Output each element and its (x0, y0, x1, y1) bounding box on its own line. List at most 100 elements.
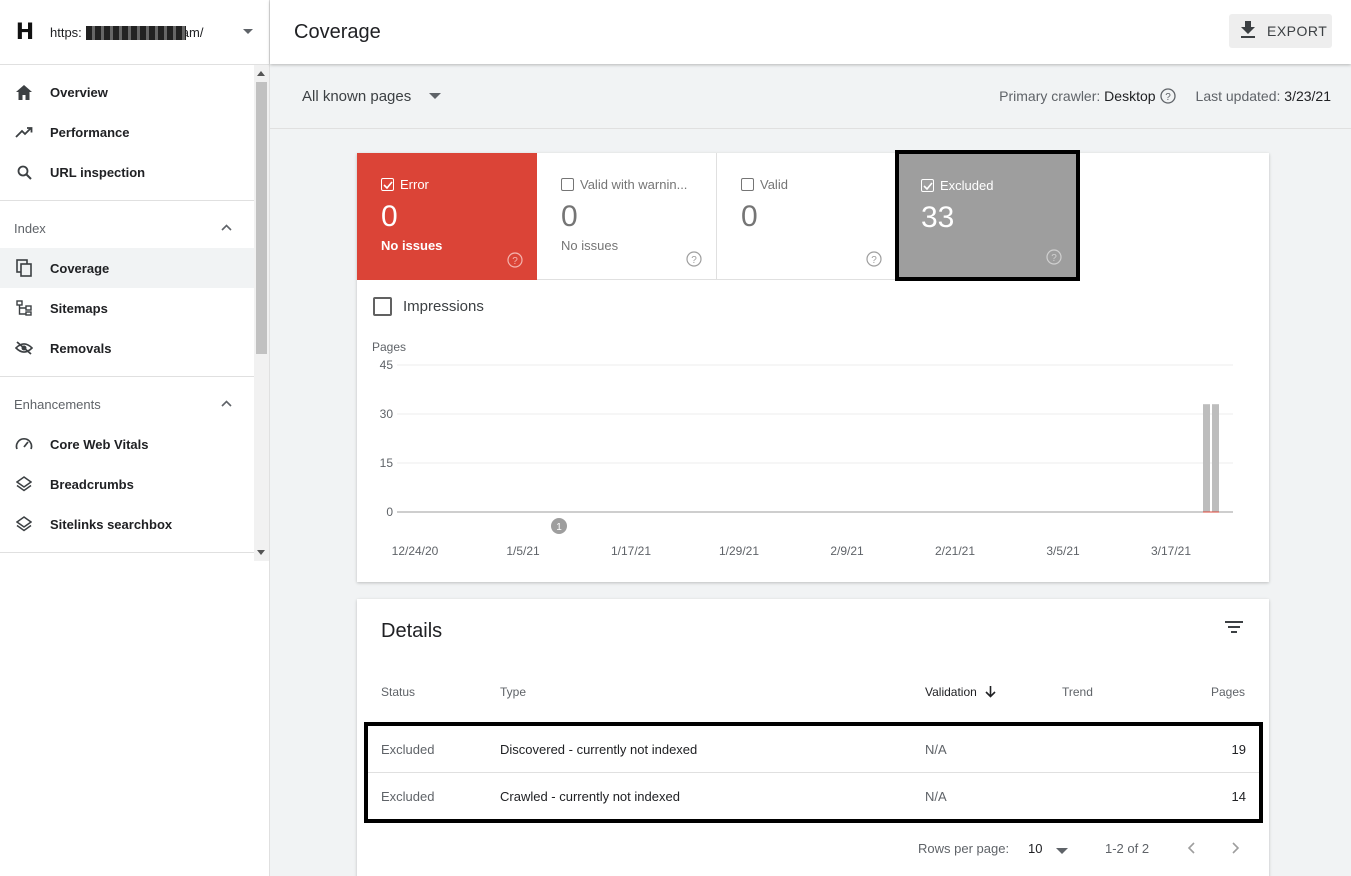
valid-count: 0 (741, 200, 758, 233)
coverage-chart: Pages 45 30 15 0 12/24/20 1/5/21 1/17/21 1/29/21… (372, 340, 1233, 558)
x-tick-label: 1/29/21 (719, 544, 759, 558)
enhancements-section-header[interactable]: Enhancements (0, 384, 254, 424)
valid-with-warnings-tile[interactable]: Valid with warnin... 0 No issues ? (537, 153, 717, 280)
x-tick-label: 3/17/21 (1151, 544, 1191, 558)
layers-icon (15, 475, 33, 493)
error-sub: No issues (381, 238, 443, 253)
excluded-count: 33 (921, 201, 955, 234)
svg-text:?: ? (691, 255, 697, 266)
y-tick-label: 45 (380, 358, 394, 372)
dropdown-caret-icon[interactable] (1056, 848, 1068, 854)
svg-text:?: ? (1051, 253, 1057, 264)
highlighted-rows: Excluded Discovered - currently not inde… (364, 722, 1263, 823)
sidebar-item-url-inspection[interactable]: URL inspection (0, 152, 254, 192)
top-header: Coverage EXPORT (270, 0, 1351, 64)
divider (0, 552, 254, 553)
sidebar: H https: am/ Overview Performance URL ins… (0, 0, 270, 876)
column-trend[interactable]: Trend (1062, 685, 1093, 699)
help-icon[interactable]: ? (1159, 88, 1176, 104)
x-tick-label: 12/24/20 (392, 544, 439, 558)
scroll-down-arrow-icon[interactable] (257, 550, 265, 555)
dropdown-caret-icon (429, 93, 442, 99)
rows-per-page-select[interactable]: 10 (1028, 841, 1042, 856)
error-checkbox[interactable] (381, 178, 394, 191)
details-card: Details Status Type Validation Trend Pag… (357, 599, 1269, 876)
help-icon[interactable]: ? (1046, 249, 1062, 265)
index-section-header[interactable]: Index (0, 208, 254, 248)
layers-icon (15, 515, 33, 533)
y-tick-label: 0 (386, 505, 393, 519)
warnings-count: 0 (561, 200, 578, 233)
chevron-left-icon[interactable] (1187, 842, 1195, 854)
nav-menu: Overview Performance URL inspection Inde… (0, 65, 254, 561)
column-status[interactable]: Status (381, 685, 415, 699)
pages-filter-select[interactable]: All known pages (302, 88, 442, 105)
sidebar-item-sitelinks-searchbox[interactable]: Sitelinks searchbox (0, 504, 254, 544)
table-row[interactable]: Excluded Crawled - currently not indexed… (368, 772, 1259, 819)
x-tick-label: 2/9/21 (830, 544, 864, 558)
help-icon[interactable]: ? (507, 252, 523, 268)
page-title: Coverage (294, 20, 381, 43)
sidebar-item-performance[interactable]: Performance (0, 112, 254, 152)
help-icon[interactable]: ? (866, 251, 882, 267)
svg-text:?: ? (1165, 92, 1171, 103)
chevron-right-icon[interactable] (1232, 842, 1240, 854)
sort-down-arrow-icon (985, 686, 996, 698)
sidebar-item-coverage[interactable]: Coverage (0, 248, 254, 288)
excluded-checkbox[interactable] (921, 179, 934, 192)
impressions-checkbox[interactable] (373, 297, 392, 316)
x-tick-label: 1/17/21 (611, 544, 651, 558)
svg-text:?: ? (512, 256, 518, 267)
trending-up-icon (15, 123, 33, 141)
y-axis-label: Pages (372, 340, 406, 354)
y-tick-label: 30 (380, 407, 394, 421)
warnings-checkbox[interactable] (561, 178, 574, 191)
chevron-up-icon (221, 400, 232, 407)
redaction-mark (86, 25, 186, 40)
valid-tile[interactable]: Valid 0 ? (717, 153, 897, 280)
column-pages[interactable]: Pages (1211, 685, 1245, 699)
coverage-icon (15, 259, 33, 277)
search-icon (15, 163, 33, 181)
error-count: 0 (381, 200, 398, 233)
sidebar-scrollbar[interactable] (254, 65, 269, 561)
property-selector[interactable]: H https: am/ (0, 0, 269, 65)
column-type[interactable]: Type (500, 685, 526, 699)
x-tick-label: 3/5/21 (1046, 544, 1080, 558)
speed-icon (15, 435, 33, 453)
details-title: Details (381, 620, 443, 642)
sidebar-item-removals[interactable]: Removals (0, 328, 254, 368)
scrollbar-thumb[interactable] (256, 82, 267, 354)
scroll-up-arrow-icon[interactable] (257, 71, 265, 76)
table-row[interactable]: Excluded Discovered - currently not inde… (368, 726, 1259, 774)
rows-per-page-label: Rows per page: (918, 841, 1010, 856)
home-icon (15, 83, 33, 101)
coverage-card: Error 0 No issues ? Valid with warnin...… (357, 150, 1269, 582)
sidebar-item-sitemaps[interactable]: Sitemaps (0, 288, 254, 328)
pagination-range: 1-2 of 2 (1105, 841, 1150, 856)
help-icon[interactable]: ? (686, 251, 702, 267)
impressions-toggle[interactable]: Impressions (373, 297, 484, 316)
filter-bar: All known pages Primary crawler: Desktop… (270, 64, 1351, 129)
bar-excluded (1203, 404, 1210, 512)
sidebar-item-core-web-vitals[interactable]: Core Web Vitals (0, 424, 254, 464)
divider (0, 376, 254, 377)
sidebar-item-overview[interactable]: Overview (0, 72, 254, 112)
filter-icon[interactable] (1225, 620, 1243, 634)
chevron-up-icon (221, 224, 232, 231)
x-tick-label: 1/5/21 (506, 544, 540, 558)
error-tile[interactable]: Error 0 No issues ? (357, 153, 537, 280)
valid-checkbox[interactable] (741, 178, 754, 191)
svg-text:?: ? (871, 255, 877, 266)
export-button[interactable]: EXPORT (1229, 14, 1332, 48)
x-tick-label: 2/21/21 (935, 544, 975, 558)
column-validation[interactable]: Validation (925, 685, 996, 699)
divider (0, 200, 254, 201)
eye-off-icon (15, 339, 33, 357)
property-url: https: am/ (50, 24, 204, 40)
excluded-tile[interactable]: Excluded 33 ? (895, 150, 1080, 281)
chevron-down-icon[interactable] (243, 29, 253, 34)
annotation-label: 1 (556, 522, 562, 533)
sidebar-item-breadcrumbs[interactable]: Breadcrumbs (0, 464, 254, 504)
bar-excluded (1212, 404, 1219, 512)
